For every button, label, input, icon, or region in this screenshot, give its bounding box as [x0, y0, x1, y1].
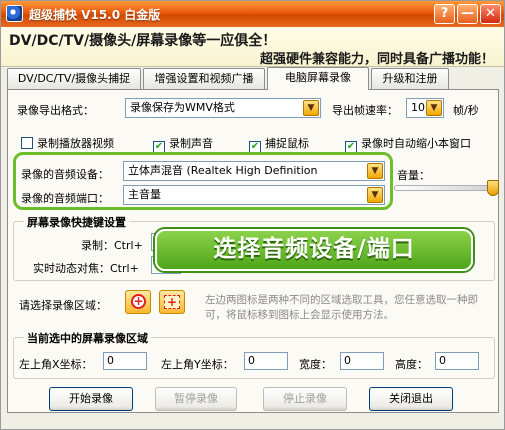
- audio-port-value: 主音量: [128, 188, 161, 201]
- x-coord-input[interactable]: 0: [103, 352, 147, 370]
- region-label: 请选择录像区域：: [19, 299, 107, 312]
- window-title: 超级捕快 V15.0 白金版: [29, 8, 161, 22]
- width-input[interactable]: 0: [340, 352, 384, 370]
- header-banner: DV/DC/TV/摄像头/屏幕录像等一应俱全！ 超强硬件兼容能力，同时具备广播功…: [1, 27, 504, 67]
- crosshair-icon: +: [131, 294, 146, 309]
- fps-select[interactable]: 10 ▼: [406, 98, 444, 118]
- slogan-secondary: 超强硬件兼容能力，同时具备广播功能！: [259, 52, 494, 67]
- tab-upgrade[interactable]: 升级和注册: [371, 68, 449, 89]
- close-exit-button[interactable]: 关闭退出: [369, 387, 453, 411]
- focus-hotkey-label: 实时动态对焦：Ctrl+: [33, 262, 139, 275]
- checkbox-label: 录制声音: [169, 137, 213, 150]
- chevron-down-icon[interactable]: ▼: [303, 100, 319, 116]
- region-tool-button-1[interactable]: +: [125, 290, 151, 314]
- height-input[interactable]: 0: [435, 352, 479, 370]
- audio-port-select[interactable]: 主音量 ▼: [123, 185, 385, 205]
- volume-slider-thumb[interactable]: [487, 180, 499, 196]
- title-bar[interactable]: 超级捕快 V15.0 白金版 ? — ✕: [1, 1, 504, 27]
- volume-slider-track[interactable]: [394, 185, 498, 191]
- minimize-button[interactable]: —: [457, 4, 478, 24]
- checkbox-label: 录像时自动缩小本窗口: [361, 137, 471, 150]
- hotkey-group-title: 屏幕录像快捷键设置: [24, 214, 129, 230]
- stop-record-button[interactable]: 停止录像: [263, 387, 347, 411]
- width-label: 宽度：: [299, 358, 332, 371]
- chevron-down-icon[interactable]: ▼: [426, 100, 442, 116]
- volume-label: 音量：: [397, 169, 430, 182]
- audio-device-value: 立体声混音 (Realtek High Definition: [128, 164, 318, 177]
- checkbox-record-sound[interactable]: ✔ 录制声音: [153, 135, 213, 153]
- tab-screen-record[interactable]: 电脑屏幕录像: [267, 67, 369, 90]
- checkbox-auto-minimize[interactable]: ✔ 录像时自动缩小本窗口: [345, 135, 471, 153]
- app-window: 超级捕快 V15.0 白金版 ? — ✕ DV/DC/TV/摄像头/屏幕录像等一…: [0, 0, 505, 430]
- audio-device-select[interactable]: 立体声混音 (Realtek High Definition ▼: [123, 161, 385, 181]
- current-region-title: 当前选中的屏幕录像区域: [24, 330, 151, 346]
- checkbox-box[interactable]: [21, 137, 33, 149]
- tab-capture[interactable]: DV/DC/TV/摄像头捕捉: [7, 68, 141, 89]
- export-format-label: 录像导出格式：: [17, 104, 94, 117]
- region-hint-text: 左边两图标是两种不同的区域选取工具，您任意选取一种即可，将鼠标移到图标上会显示使…: [205, 294, 478, 321]
- y-coord-input[interactable]: 0: [244, 352, 288, 370]
- slogan-primary: DV/DC/TV/摄像头/屏幕录像等一应俱全！: [9, 33, 277, 49]
- help-button[interactable]: ?: [434, 4, 455, 24]
- checkbox-record-player-video[interactable]: 录制播放器视频: [21, 135, 114, 151]
- start-record-button[interactable]: 开始录像: [49, 387, 133, 411]
- record-hotkey-label: 录制：Ctrl+: [81, 239, 143, 252]
- app-logo-icon: [6, 5, 23, 22]
- pause-record-button[interactable]: 暂停录像: [155, 387, 237, 411]
- tab-enhanced-settings[interactable]: 增强设置和视频广播: [143, 68, 265, 89]
- fps-value: 10: [411, 101, 425, 114]
- region-tool-button-2[interactable]: +: [159, 290, 185, 314]
- y-coord-label: 左上角Y坐标：: [161, 358, 234, 371]
- height-label: 高度：: [395, 358, 428, 371]
- rectangle-select-icon: +: [164, 295, 180, 309]
- audio-port-label: 录像的音频端口：: [21, 192, 109, 205]
- export-format-select[interactable]: 录像保存为WMV格式 ▼: [125, 98, 321, 118]
- checkbox-label: 录制播放器视频: [37, 137, 114, 150]
- x-coord-label: 左上角X坐标：: [19, 358, 93, 371]
- audio-device-label: 录像的音频设备：: [21, 168, 109, 181]
- checkbox-label: 捕捉鼠标: [265, 137, 309, 150]
- export-format-value: 录像保存为WMV格式: [130, 101, 235, 114]
- fps-unit: 帧/秒: [453, 104, 479, 117]
- chevron-down-icon[interactable]: ▼: [367, 163, 383, 179]
- annotation-banner: 选择音频设备/端口: [155, 229, 473, 271]
- chevron-down-icon[interactable]: ▼: [367, 187, 383, 203]
- checkbox-capture-mouse[interactable]: ✔ 捕捉鼠标: [249, 135, 309, 153]
- fps-label: 导出帧速率：: [332, 104, 398, 117]
- close-window-button[interactable]: ✕: [480, 4, 501, 24]
